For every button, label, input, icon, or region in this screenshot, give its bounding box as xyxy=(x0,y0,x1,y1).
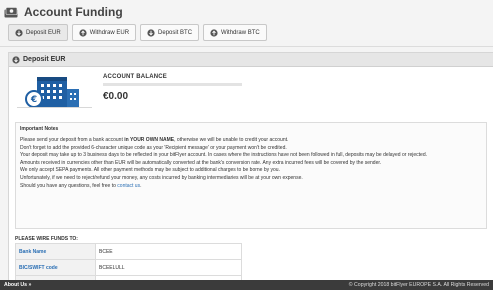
withdraw-icon xyxy=(79,28,87,37)
wire-key: BIC/SWIFT code xyxy=(15,259,96,276)
balance-bar xyxy=(103,83,242,86)
contact-us-link[interactable]: contact us xyxy=(117,183,140,189)
about-us-link[interactable]: About Us » xyxy=(4,282,31,288)
tab-label: Withdraw BTC xyxy=(221,29,260,36)
tab-label: Deposit BTC xyxy=(158,29,193,36)
note-line: Amounts received in currencies other tha… xyxy=(20,159,382,166)
bank-illustration-icon: € xyxy=(17,71,92,111)
tab-label: Withdraw EUR xyxy=(89,29,130,36)
note-line: Unfortunately, if we need to reject/refu… xyxy=(20,174,303,181)
tab-deposit-eur[interactable]: Deposit EUR xyxy=(8,24,68,41)
note-line: We only accept SEPA payments. All other … xyxy=(20,167,280,174)
deposit-icon xyxy=(15,28,23,37)
page-title: Account Funding xyxy=(24,5,123,19)
note-text: , otherwise we will be unable to credit … xyxy=(174,137,289,143)
copyright-text: © Copyright 2018 bitFlyer EUROPE S.A. Al… xyxy=(348,282,489,288)
balance-card: € ACCOUNT BALANCE €0.00 xyxy=(17,71,242,111)
tab-withdraw-btc[interactable]: Withdraw BTC xyxy=(203,24,267,41)
wire-value: BCEE xyxy=(95,243,242,260)
tab-label: Deposit EUR xyxy=(26,29,61,36)
wire-value: BCEELULL xyxy=(95,259,242,276)
table-row: Bank Name BCEE xyxy=(15,243,242,260)
footer: About Us » © Copyright 2018 bitFlyer EUR… xyxy=(0,280,493,290)
deposit-icon xyxy=(12,55,20,64)
deposit-panel: Deposit EUR € ACCOUNT BALANCE €0.00 Impo… xyxy=(8,52,493,290)
tab-deposit-btc[interactable]: Deposit BTC xyxy=(140,24,200,41)
table-row: BIC/SWIFT code BCEELULL xyxy=(15,259,242,276)
panel-title: Deposit EUR xyxy=(23,56,66,63)
page-header: Account Funding xyxy=(4,3,123,21)
note-text: . xyxy=(140,182,142,189)
balance-value: €0.00 xyxy=(103,91,129,102)
withdraw-icon xyxy=(210,28,218,37)
note-line: Don't forget to add the provided 6-chara… xyxy=(20,144,287,151)
note-line: Please send your deposit from a bank acc… xyxy=(20,137,482,145)
note-text: Should you have any questions, feel free… xyxy=(20,182,118,189)
wire-key: Bank Name xyxy=(15,243,96,260)
divider xyxy=(0,46,493,47)
funding-tabs: Deposit EUR Withdraw EUR Deposit BTC Wit… xyxy=(8,24,267,41)
note-emphasis: in YOUR OWN NAME xyxy=(124,137,175,143)
money-icon xyxy=(4,6,18,17)
wire-heading: PLEASE WIRE FUNDS TO: xyxy=(15,236,78,242)
panel-header: Deposit EUR xyxy=(9,53,493,67)
tab-withdraw-eur[interactable]: Withdraw EUR xyxy=(71,24,137,41)
note-line: Your deposit may take up to 3 business d… xyxy=(20,152,427,159)
important-notes: Important Notes Please send your deposit… xyxy=(15,122,487,229)
deposit-icon xyxy=(147,28,155,37)
notes-title: Important Notes xyxy=(20,126,59,132)
balance-label: ACCOUNT BALANCE xyxy=(103,74,167,80)
note-line: Should you have any questions, feel free… xyxy=(20,183,482,191)
svg-text:€: € xyxy=(30,95,37,105)
note-text: Please send your deposit from a bank acc… xyxy=(20,137,125,143)
account-funding-page: Account Funding Deposit EUR Withdraw EUR… xyxy=(0,0,493,290)
